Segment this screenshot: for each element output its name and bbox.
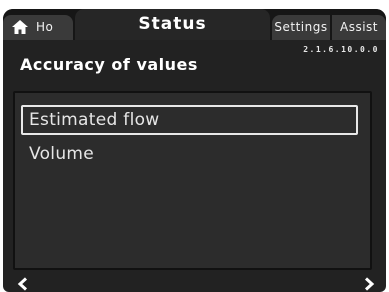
page-title: Accuracy of values <box>20 55 198 74</box>
display-screen: Ho Status Settings Assist 2.1.6.10.0.0 A… <box>3 9 386 292</box>
tab-home[interactable]: Ho <box>3 15 73 40</box>
list-item-estimated-flow[interactable]: Estimated flow <box>21 105 358 135</box>
tab-bar: Ho Status Settings Assist <box>3 9 386 40</box>
tab-home-label: Ho <box>36 20 54 34</box>
list-item-volume[interactable]: Volume <box>21 139 358 169</box>
menu-id: 2.1.6.10.0.0 <box>303 45 379 54</box>
chevron-left-icon[interactable] <box>17 277 29 291</box>
tab-status[interactable]: Status <box>75 9 270 40</box>
tab-assist[interactable]: Assist <box>332 15 386 40</box>
tab-settings[interactable]: Settings <box>272 15 330 40</box>
list-panel: Estimated flow Volume <box>13 91 372 270</box>
chevron-right-icon[interactable] <box>363 277 375 291</box>
home-icon <box>12 20 28 34</box>
